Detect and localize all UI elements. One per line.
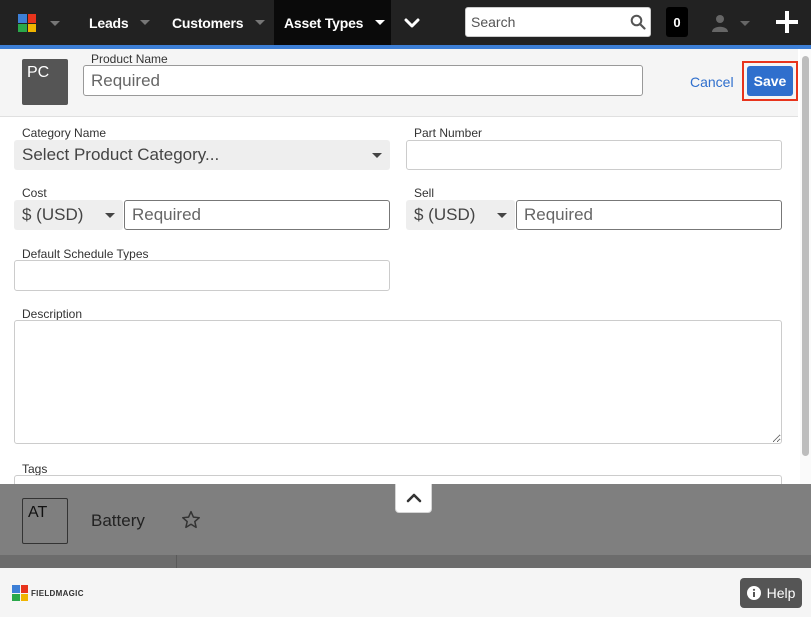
- caret-down-icon: [372, 153, 382, 158]
- nav-leads-label: Leads: [89, 14, 129, 31]
- scrollbar-thumb[interactable]: [802, 56, 809, 456]
- asset-type-avatar: AT: [22, 498, 68, 544]
- search-icon[interactable]: [630, 14, 646, 30]
- product-avatar: PC: [22, 59, 68, 105]
- caret-down-icon: [740, 20, 750, 26]
- footer-logo: FIELDMAGIC: [12, 585, 84, 601]
- save-button[interactable]: Save: [747, 66, 793, 96]
- product-name-label: Product Name: [91, 52, 168, 66]
- caret-down-icon: [105, 213, 115, 218]
- collapse-panel-button[interactable]: [395, 484, 432, 513]
- background-record-tabs: [0, 555, 811, 568]
- chevron-up-icon: [406, 493, 421, 503]
- description-label: Description: [22, 307, 83, 321]
- part-number-label: Part Number: [414, 126, 483, 140]
- caret-down-icon: [50, 20, 60, 26]
- nav-asset-types-label: Asset Types: [284, 14, 364, 31]
- add-plus-icon[interactable]: [774, 9, 800, 35]
- search-box: [465, 7, 651, 37]
- category-select[interactable]: Select Product Category...: [14, 140, 390, 170]
- search-input[interactable]: [471, 12, 621, 32]
- user-menu-button[interactable]: [712, 12, 752, 34]
- nav-customers[interactable]: Customers: [159, 0, 273, 45]
- sell-input[interactable]: [516, 200, 782, 230]
- part-number-input[interactable]: [406, 140, 782, 170]
- cancel-button[interactable]: Cancel: [690, 74, 734, 90]
- form-scrollbar[interactable]: [800, 49, 811, 484]
- page-footer: FIELDMAGIC Help: [0, 568, 811, 617]
- sell-currency-select[interactable]: $ (USD): [406, 200, 515, 230]
- category-name-label: Category Name: [22, 126, 107, 140]
- category-select-value: Select Product Category...: [22, 145, 220, 164]
- default-schedule-types-input[interactable]: [14, 260, 390, 291]
- default-schedule-types-label: Default Schedule Types: [22, 247, 149, 261]
- sell-currency-value: $ (USD): [414, 205, 476, 224]
- cost-input[interactable]: [124, 200, 390, 230]
- cost-currency-value: $ (USD): [22, 205, 84, 224]
- top-navbar: Leads Customers Asset Types 0: [0, 0, 811, 49]
- chevron-down-icon: [404, 18, 420, 27]
- product-name-input[interactable]: [83, 65, 643, 96]
- app-menu-button[interactable]: [18, 11, 64, 35]
- tags-label: Tags: [22, 462, 48, 476]
- app-logo-icon: [12, 585, 28, 601]
- user-icon: [712, 15, 728, 32]
- nav-leads[interactable]: Leads: [75, 0, 159, 45]
- save-button-highlight: Save: [742, 61, 798, 101]
- nav-asset-types[interactable]: Asset Types: [274, 0, 391, 45]
- help-button-label: Help: [766, 585, 796, 601]
- record-header: PC Product Name Cancel Save: [0, 49, 798, 117]
- tab-divider: [176, 555, 177, 568]
- notification-count-badge[interactable]: 0: [666, 7, 688, 37]
- tags-input[interactable]: [14, 475, 782, 484]
- footer-brand-text: FIELDMAGIC: [31, 588, 84, 598]
- more-nav-button[interactable]: [392, 0, 432, 45]
- info-icon: [746, 586, 761, 600]
- caret-down-icon: [375, 20, 386, 25]
- help-button[interactable]: Help: [740, 578, 802, 608]
- caret-down-icon: [140, 20, 151, 25]
- app-logo-icon: [18, 14, 36, 32]
- caret-down-icon: [255, 20, 266, 25]
- sell-label: Sell: [414, 186, 435, 200]
- cost-label: Cost: [22, 186, 47, 200]
- nav-customers-label: Customers: [172, 14, 244, 31]
- description-textarea[interactable]: [14, 320, 782, 444]
- cost-currency-select[interactable]: $ (USD): [14, 200, 123, 230]
- caret-down-icon: [497, 213, 507, 218]
- asset-type-name: Battery: [91, 511, 145, 530]
- star-icon[interactable]: [181, 510, 201, 529]
